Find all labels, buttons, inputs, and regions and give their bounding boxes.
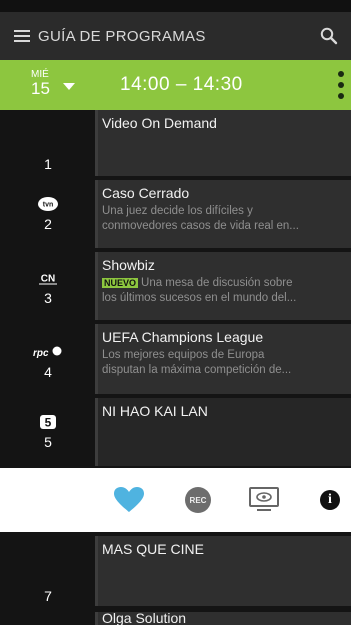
program-title: Showbiz [102, 257, 155, 273]
cn-logo-icon: CN [38, 271, 58, 285]
new-badge: NUEVO [102, 278, 139, 288]
more-vertical-icon[interactable] [335, 68, 347, 102]
guide-row: 7 MAS QUE CINE [0, 536, 351, 610]
program-description: los últimos sucesos en el mundo del... [102, 292, 297, 304]
status-bar [0, 0, 351, 12]
program-cell[interactable]: MAS QUE CINE [95, 536, 351, 606]
time-range[interactable]: 14:00 – 14:30 [120, 74, 243, 96]
heart-icon [114, 487, 144, 512]
record-icon: REC [185, 487, 211, 513]
tvn-logo-icon: tvn [38, 197, 58, 211]
svg-text:CN: CN [41, 274, 55, 285]
day-time-bar: MIÉ 15 14:00 – 14:30 [0, 60, 351, 110]
channel-number: 7 [44, 588, 52, 604]
channel-number: 3 [44, 290, 52, 306]
program-cell[interactable]: Video On Demand [95, 110, 351, 176]
menu-button[interactable] [0, 12, 30, 60]
program-title: UEFA Champions League [102, 329, 264, 345]
channel-cell[interactable]: CN 3 [28, 270, 68, 306]
day-selector[interactable]: MIÉ 15 [0, 60, 90, 110]
channel-cell[interactable]: tvn 2 [28, 196, 68, 232]
chevron-down-icon [63, 83, 75, 90]
guide-row: 5 5 NI HAO KAI LAN [0, 398, 351, 468]
channel-number: 1 [44, 156, 52, 172]
channel-number: 5 [44, 434, 52, 450]
record-button[interactable]: REC [179, 481, 217, 519]
channel-cell[interactable]: 5 5 [28, 414, 68, 450]
program-title: NI HAO KAI LAN [102, 403, 208, 419]
guide-row: Olga Solution [0, 612, 351, 625]
program-grid: 1 Video On Demand tvn 2 Caso Cerrado Una… [0, 110, 351, 625]
page-title: GUÍA DE PROGRAMAS [38, 27, 206, 45]
channel-cell[interactable]: 1 [28, 156, 68, 172]
svg-text:rpc: rpc [33, 348, 49, 359]
watch-tv-button[interactable] [245, 481, 283, 519]
info-button[interactable]: i [311, 481, 349, 519]
program-description: Una juez decide los difíciles y [102, 205, 253, 217]
program-cell[interactable]: Olga Solution [95, 612, 351, 625]
search-icon [320, 27, 338, 45]
guide-row: 1 Video On Demand [0, 110, 351, 178]
info-icon: i [320, 490, 340, 510]
program-cell[interactable]: UEFA Champions League Los mejores equipo… [95, 324, 351, 394]
search-button[interactable] [307, 12, 351, 60]
program-description-text: Una mesa de discusión sobre [141, 277, 293, 289]
channel-cell[interactable]: rpc 4 [28, 344, 68, 380]
program-description: Los mejores equipos de Europa [102, 349, 265, 361]
program-cell[interactable]: Caso Cerrado Una juez decide los difícil… [95, 180, 351, 248]
program-cell[interactable]: NI HAO KAI LAN [95, 398, 351, 466]
rpc-logo-icon: rpc [33, 346, 62, 359]
tv-watch-icon [249, 487, 279, 511]
svg-text:tvn: tvn [43, 202, 54, 209]
channel-cell[interactable]: 7 [28, 588, 68, 604]
channel-number: 2 [44, 216, 52, 232]
program-title: MAS QUE CINE [102, 541, 204, 557]
program-description: disputan la máxima competición de... [102, 364, 292, 376]
program-cell[interactable]: Showbiz NUEVO Una mesa de discusión sobre… [95, 252, 351, 320]
top-app-bar: GUÍA DE PROGRAMAS [0, 12, 351, 60]
guide-row: tvn 2 Caso Cerrado Una juez decide los d… [0, 180, 351, 250]
svg-text:5: 5 [45, 416, 52, 430]
favorite-button[interactable] [110, 481, 148, 519]
program-title: Caso Cerrado [102, 185, 190, 201]
program-description: NUEVO Una mesa de discusión sobre [102, 276, 344, 291]
program-description: conmovedores casos de vida real en... [102, 220, 299, 232]
program-action-bar: REC i [0, 468, 351, 532]
guide-row: CN 3 Showbiz NUEVO Una mesa de discusión … [0, 252, 351, 322]
channel-5-logo-icon: 5 [40, 415, 56, 430]
day-number: 15 [31, 79, 50, 98]
program-title: Video On Demand [102, 115, 217, 131]
guide-row: rpc 4 UEFA Champions League Los mejores … [0, 324, 351, 396]
hamburger-icon [14, 29, 30, 43]
channel-number: 4 [44, 364, 52, 380]
program-title: Olga Solution [102, 612, 187, 625]
